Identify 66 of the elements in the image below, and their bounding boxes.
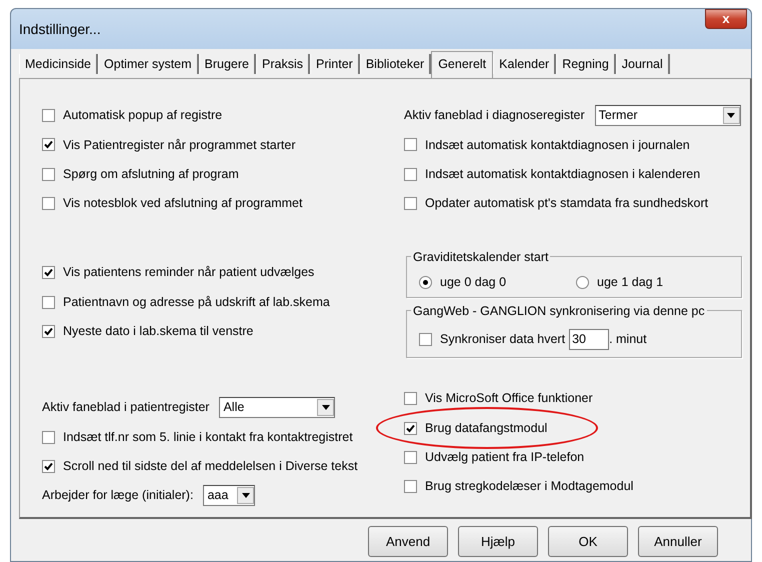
checkbox-label: Indsæt automatisk kontaktdiagnosen i journalen: [425, 136, 690, 154]
checkbox[interactable]: [42, 168, 55, 181]
checkbox[interactable]: [42, 296, 55, 309]
tab[interactable]: Kalender: [493, 54, 556, 74]
checkbox-label: Spørg om afslutning af program: [63, 166, 239, 183]
tab[interactable]: Printer: [310, 54, 360, 74]
checkbox-label: Indsæt automatisk kontaktdiagnosen i kalenderen: [425, 166, 700, 183]
radio-label: uge 1 dag 1: [597, 274, 664, 291]
tab[interactable]: Optimer system: [98, 54, 199, 74]
checkbox[interactable]: [42, 430, 55, 444]
tab[interactable]: Biblioteker: [360, 54, 432, 74]
dialog-button[interactable]: Annuller: [638, 526, 718, 557]
checkbox[interactable]: [404, 168, 417, 181]
tab[interactable]: Regning: [556, 54, 616, 74]
dialog-button[interactable]: OK: [548, 526, 628, 557]
dialog-button[interactable]: Hjælp: [458, 526, 538, 557]
tab[interactable]: Praksis: [256, 54, 310, 74]
dropdown-arrow-icon: [242, 493, 250, 498]
unit-label: . minut: [609, 330, 647, 348]
checkbox-label: Synkroniser data hvert: [440, 330, 566, 348]
checkbox-label: Vis patientens reminder når patient udvælges: [63, 264, 314, 282]
tab[interactable]: Journal: [616, 54, 670, 74]
dropdown-arrow-icon: [322, 405, 330, 410]
checkbox-label: Opdater automatisk pt's stamdata fra sundhedskort: [425, 195, 708, 212]
field-label: Arbejder for læge (initialer):: [42, 487, 194, 504]
checkbox-label: Indsæt tlf.nr som 5. linie i kontakt fra kontaktregistret: [63, 428, 353, 446]
checkbox[interactable]: [404, 138, 417, 152]
field-label: Aktiv faneblad i diagnoseregister: [404, 107, 585, 124]
checkbox[interactable]: [404, 197, 417, 210]
dropdown-arrow-icon: [727, 113, 736, 118]
radio-label: uge 0 dag 0: [440, 274, 506, 291]
radio-dot-icon: [423, 280, 428, 285]
dropdown[interactable]: aaa: [203, 485, 256, 506]
dropdown[interactable]: Alle: [219, 397, 336, 418]
checkbox-label: Patientnavn og adresse på udskrift af lab.skema: [63, 294, 330, 311]
field-label: Aktiv faneblad i patientregister: [42, 399, 210, 416]
checkbox[interactable]: [42, 109, 55, 122]
checkbox[interactable]: [42, 138, 55, 152]
checkbox[interactable]: [42, 460, 55, 473]
checkbox-label: Automatisk popup af registre: [63, 107, 222, 124]
dialog-button[interactable]: Anvend: [368, 526, 448, 557]
checkbox-label: Udvælg patient fra IP-telefon: [425, 449, 584, 466]
tab[interactable]: Generelt: [431, 51, 494, 78]
checkbox[interactable]: [404, 480, 417, 494]
checkbox-label: Brug stregkodelæser i Modtagemodul: [425, 478, 634, 496]
tab[interactable]: Brugere: [198, 54, 256, 74]
checkbox-label: Scroll ned til sidste del af meddelelsen i Diverse tekst: [63, 458, 358, 475]
checkbox[interactable]: [419, 332, 432, 346]
number-input[interactable]: 30: [569, 328, 610, 350]
checkbox-label: Nyeste dato i lab.skema til venstre: [63, 323, 254, 340]
checkbox-label: Vis notesblok ved afslutning af programmet: [63, 195, 302, 212]
dropdown[interactable]: Termer: [594, 105, 741, 126]
close-button[interactable]: x: [705, 9, 747, 29]
radio-button[interactable]: [419, 276, 432, 289]
checkbox[interactable]: [42, 324, 55, 338]
radio-button[interactable]: [576, 276, 589, 289]
checkbox-label: Vis MicroSoft Office funktioner: [425, 390, 593, 408]
checkbox-label: Brug datafangstmodul: [425, 420, 548, 437]
window-title: Indstillinger...: [18, 20, 102, 39]
checkbox[interactable]: [404, 392, 417, 406]
checkbox[interactable]: [42, 266, 55, 280]
checkbox[interactable]: [404, 422, 417, 435]
checkbox-label: Vis Patientregister når programmet starter: [63, 136, 296, 154]
checkbox[interactable]: [404, 450, 417, 464]
tab[interactable]: Medicinside: [19, 54, 98, 74]
checkbox[interactable]: [42, 197, 55, 210]
